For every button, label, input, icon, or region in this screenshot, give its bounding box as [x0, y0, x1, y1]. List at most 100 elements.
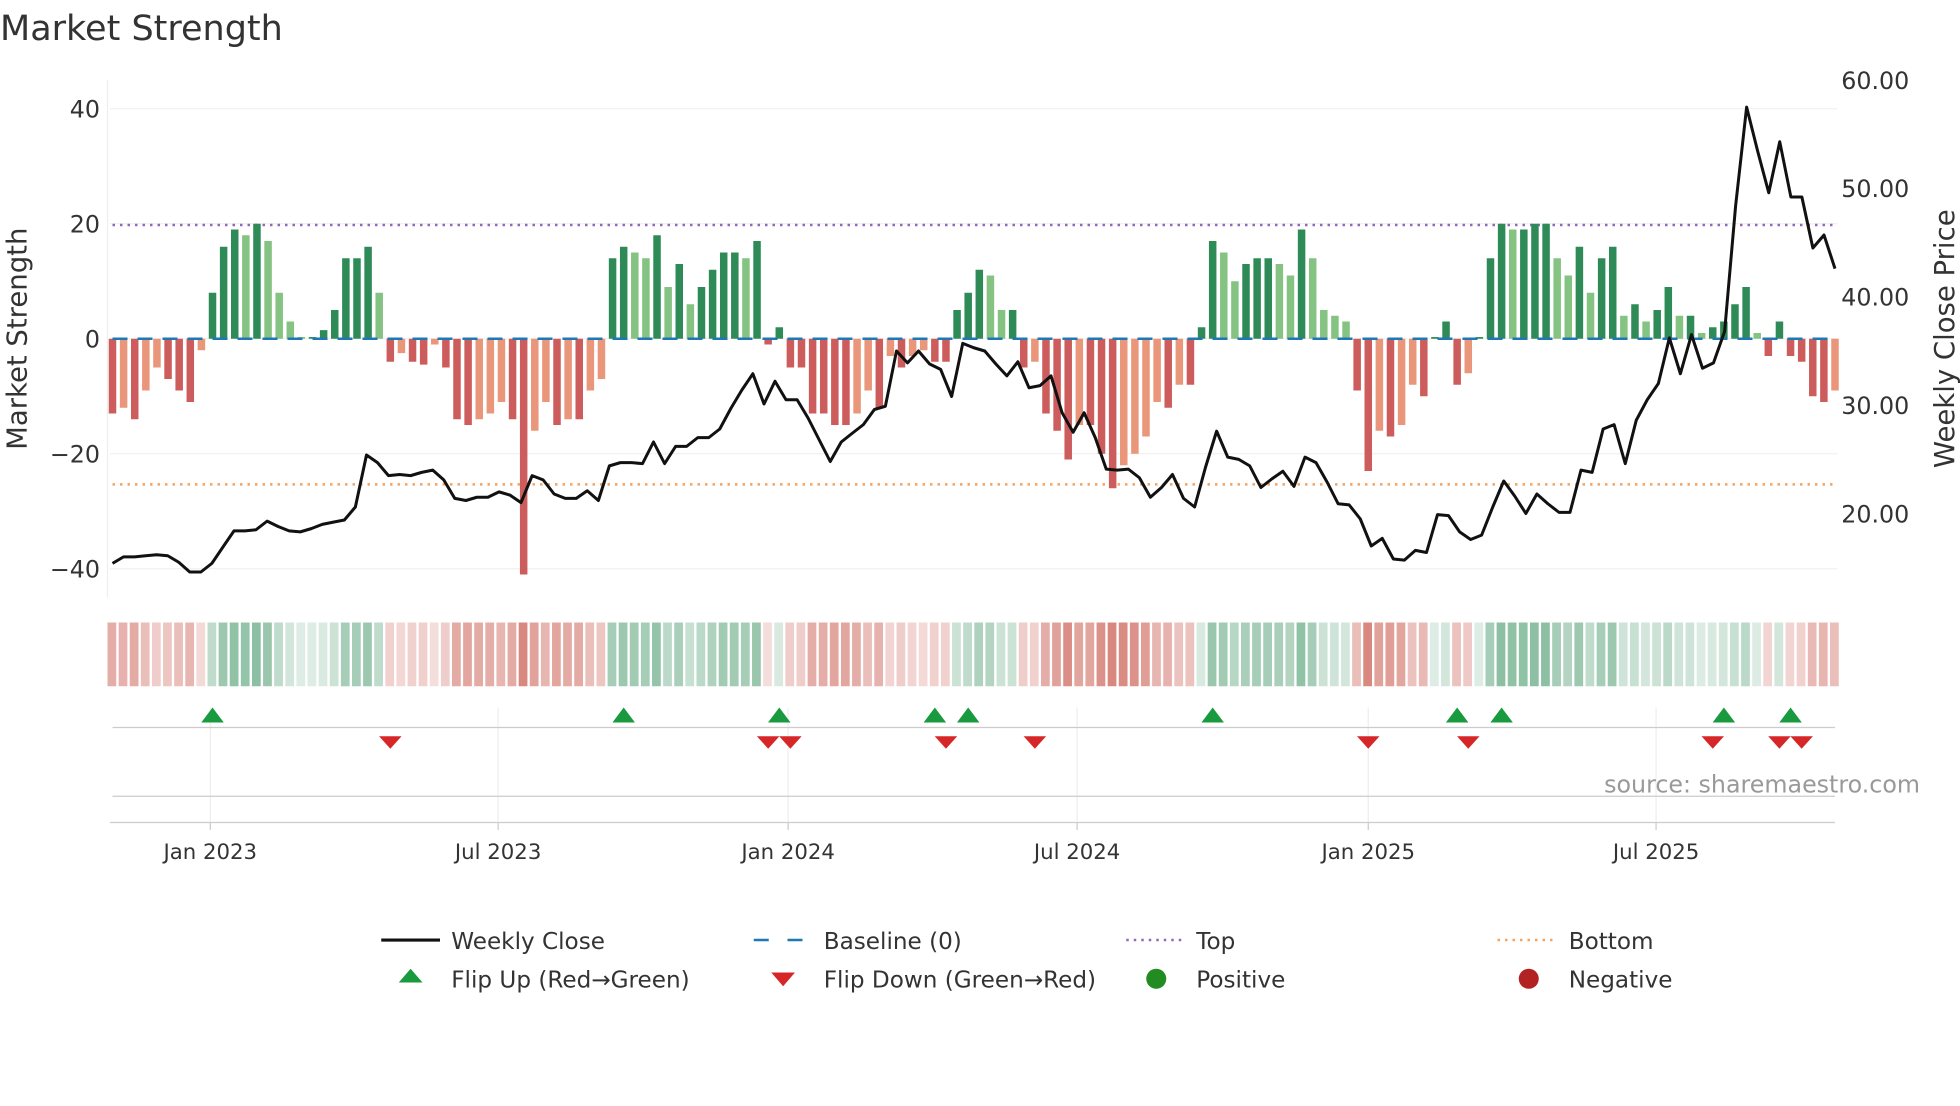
strength-bar — [1497, 223, 1506, 339]
strength-bar — [664, 287, 672, 339]
band-cell — [1274, 622, 1284, 687]
strength-bar — [1608, 246, 1617, 339]
band-cell — [1352, 622, 1361, 687]
strength-bar — [208, 292, 217, 339]
band-cell — [840, 622, 850, 687]
strength-bar — [153, 338, 161, 368]
band-cell — [1663, 622, 1673, 687]
strength-bar — [1586, 292, 1595, 339]
x-tick-label: Jul 2024 — [1032, 840, 1120, 865]
band-cell — [863, 622, 872, 687]
band-cell — [563, 622, 572, 687]
strength-bar — [464, 338, 472, 425]
strength-bar — [1664, 287, 1673, 339]
band-cell — [1285, 622, 1295, 687]
strength-bar — [242, 235, 250, 339]
strength-bar — [1575, 246, 1584, 339]
flip-down-marker — [1701, 736, 1725, 749]
band-cell — [629, 622, 639, 687]
band-cell — [1696, 622, 1706, 687]
strength-bar — [1420, 338, 1428, 397]
flip-down-marker — [1457, 736, 1480, 749]
band-cell — [1396, 622, 1406, 687]
band-cell — [407, 622, 417, 687]
band-cell — [1429, 622, 1439, 687]
band-cell — [1218, 622, 1228, 687]
strength-bar — [1197, 327, 1206, 339]
band-cell — [107, 622, 117, 687]
legend: Weekly Close Baseline (0) Top Bottom Flip Up… — [381, 929, 1672, 994]
strength-bar — [1253, 258, 1261, 339]
band-cell — [274, 622, 283, 687]
strength-bar — [197, 338, 206, 351]
strength-bar — [1186, 338, 1195, 385]
band-cell — [1763, 622, 1773, 687]
strength-bar — [797, 338, 806, 368]
strength-bar — [1831, 338, 1839, 391]
flip-up-marker — [1779, 707, 1802, 723]
flip-up-marker — [923, 707, 947, 723]
band-cell — [1418, 622, 1428, 687]
strength-bar — [864, 338, 872, 391]
band-cell — [829, 622, 839, 687]
source-label: source: sharemaestro.com — [1604, 771, 1920, 799]
strength-bar — [1286, 275, 1295, 339]
strength-bar — [1797, 338, 1806, 362]
band-cell — [229, 622, 239, 687]
band-cell — [151, 622, 161, 687]
band-cell — [118, 622, 128, 687]
marker-panel-grid — [209, 707, 1657, 823]
strength-bar — [1386, 338, 1395, 437]
flip-up-marker — [1490, 707, 1513, 723]
strength-heat-band — [107, 622, 1839, 687]
strength-bar — [531, 338, 539, 431]
strength-bar — [1820, 338, 1828, 403]
band-cell — [1229, 622, 1239, 687]
strength-bar — [1131, 338, 1139, 454]
legend-item: Negative — [1518, 968, 1672, 994]
strength-bar — [1175, 338, 1184, 385]
y2-tick-label: 60.00 — [1841, 67, 1909, 95]
strength-bar — [1809, 338, 1817, 397]
band-cell — [707, 622, 717, 687]
strength-bar — [1242, 264, 1250, 339]
strength-bar — [253, 223, 261, 339]
y2-tick-label: 40.00 — [1841, 284, 1909, 312]
strength-bar — [1731, 304, 1739, 339]
band-cell — [163, 622, 172, 687]
flip-up-marker — [1445, 707, 1469, 723]
strength-bar — [1620, 315, 1628, 339]
band-cell — [1818, 622, 1828, 687]
band-cell — [318, 622, 328, 687]
band-cell — [1707, 622, 1717, 687]
band-cell — [918, 622, 928, 687]
band-cell — [907, 622, 917, 687]
band-cell — [340, 622, 350, 687]
strength-bar — [431, 338, 439, 345]
band-cell — [1141, 622, 1150, 687]
band-cell — [685, 622, 695, 687]
strength-bar — [808, 338, 817, 414]
strength-bar — [342, 258, 350, 339]
flip-up-marker — [1712, 707, 1736, 723]
strength-bar — [1397, 338, 1406, 425]
band-cell — [207, 622, 217, 687]
band-cell — [263, 622, 272, 687]
band-cell — [329, 622, 339, 687]
flip-down-marker — [779, 736, 802, 749]
strength-bar — [997, 310, 1006, 339]
strength-bar — [375, 292, 383, 339]
flip-down-marker — [1768, 736, 1791, 749]
strength-bar — [442, 338, 450, 368]
legend-item: Flip Down (Green→Red) — [771, 968, 1096, 994]
strength-bar — [230, 229, 239, 339]
strength-bar — [975, 269, 984, 339]
band-cell — [1652, 622, 1661, 687]
y-tick-label: 40 — [70, 96, 100, 124]
strength-bar — [1531, 223, 1539, 339]
legend-label: Positive — [1196, 968, 1285, 994]
strength-bar — [497, 338, 506, 403]
band-cell — [929, 622, 939, 687]
band-cell — [1485, 622, 1495, 687]
legend-item: Flip Up (Red→Green) — [398, 968, 690, 994]
